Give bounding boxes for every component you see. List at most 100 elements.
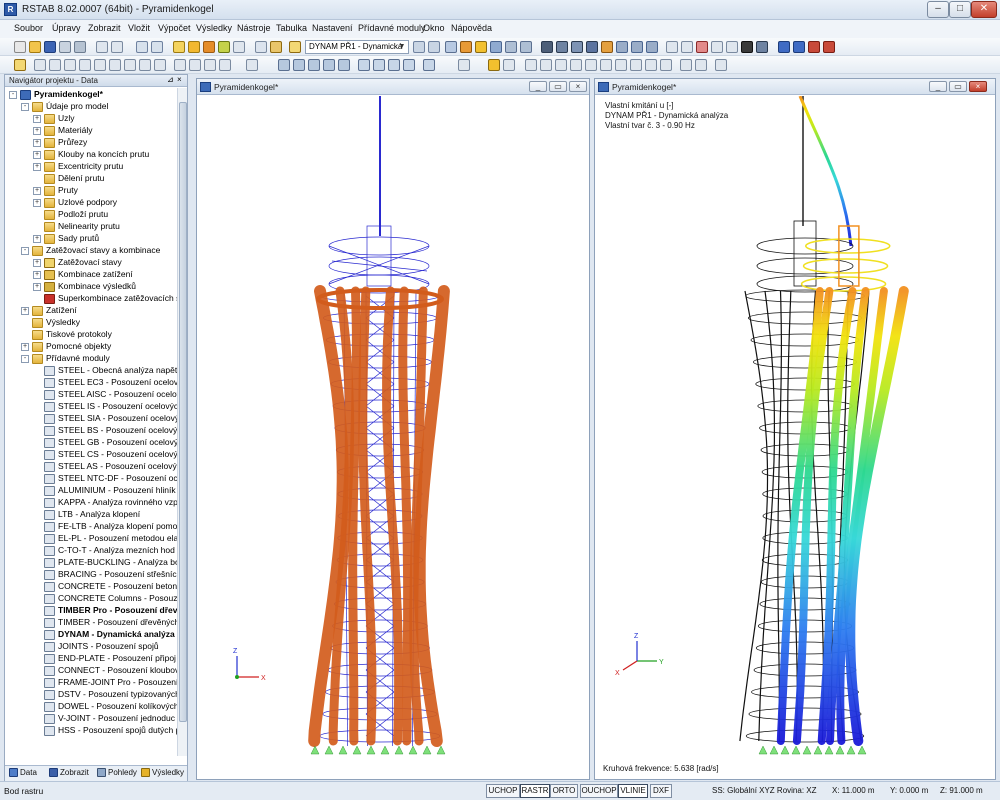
dimension-icon[interactable]	[34, 59, 46, 71]
tree-item[interactable]: Výsledky	[21, 316, 80, 328]
load-case-select[interactable]: DYNAM PŘ1 - Dynamická a ▼	[305, 40, 409, 63]
maximize-button[interactable]: □	[949, 1, 971, 18]
collapse-icon[interactable]: -	[21, 102, 29, 111]
results-filter-icon[interactable]	[488, 59, 500, 71]
expand-icon[interactable]: +	[33, 114, 41, 123]
tree-item[interactable]: Superkombinace zatěžovacích s	[33, 292, 177, 304]
line-icon[interactable]	[49, 59, 61, 71]
result-uz-icon[interactable]	[570, 59, 582, 71]
left-close-button[interactable]: ×	[569, 81, 587, 92]
redo-icon[interactable]	[151, 41, 163, 53]
panel-icon[interactable]	[270, 41, 282, 53]
tree-item[interactable]: + Kombinace výsledků	[33, 280, 136, 292]
menu-nastroje[interactable]: Nástroje	[237, 23, 271, 33]
pan-icon[interactable]	[726, 41, 738, 53]
result-my-icon[interactable]	[645, 59, 657, 71]
coordinate-icon[interactable]	[204, 59, 216, 71]
settings-icon[interactable]	[715, 59, 727, 71]
divide-icon[interactable]	[109, 59, 121, 71]
result-vy-icon[interactable]	[600, 59, 612, 71]
expand-icon[interactable]: +	[33, 258, 41, 267]
paste-icon[interactable]	[111, 41, 123, 53]
pin-icon[interactable]: ⊿	[167, 75, 174, 84]
tree-item[interactable]: STEEL GB - Posouzení ocelových	[33, 436, 177, 448]
menu-okno[interactable]: Okno	[423, 23, 445, 33]
expand-icon[interactable]: +	[33, 282, 41, 291]
tab-zobrazit[interactable]: Zobrazit	[49, 768, 89, 778]
set-insert-icon[interactable]	[338, 59, 350, 71]
support-reactions-icon[interactable]	[490, 41, 502, 53]
tree-item[interactable]: BRACING - Posouzení střešních	[33, 568, 177, 580]
expand-icon[interactable]: +	[21, 342, 29, 351]
next-icon[interactable]	[428, 41, 440, 53]
tree-item[interactable]: EL-PL - Posouzení metodou ela	[33, 532, 177, 544]
tree-item[interactable]: JOINTS - Posouzení spojů	[33, 640, 159, 652]
expand-icon[interactable]: +	[33, 186, 41, 195]
expand-icon[interactable]: +	[33, 270, 41, 279]
tree-item[interactable]: + Uzly	[33, 112, 75, 124]
tree-item[interactable]: - Přídavné moduly	[21, 352, 110, 364]
tab-data[interactable]: Data	[9, 768, 37, 778]
toggle-uchop[interactable]: UCHOP	[486, 784, 520, 798]
tree-item[interactable]: + Materiály	[33, 124, 92, 136]
expand-icon[interactable]: +	[33, 126, 41, 135]
tree-item[interactable]: STEEL - Obecná analýza napětí	[33, 364, 177, 376]
import-icon[interactable]	[793, 41, 805, 53]
print-icon[interactable]	[59, 41, 71, 53]
expand-icon[interactable]: +	[33, 150, 41, 159]
menu-napoveda[interactable]: Nápověda	[451, 23, 492, 33]
tree-item[interactable]: STEEL EC3 - Posouzení ocelový	[33, 376, 177, 388]
tree-item[interactable]: + Excentricity prutu	[33, 160, 123, 172]
move-icon[interactable]	[64, 59, 76, 71]
show-results-icon[interactable]	[445, 41, 457, 53]
toggle-ouchop[interactable]: OUCHOP	[580, 784, 618, 798]
wireframe-icon[interactable]	[571, 41, 583, 53]
dynam-icon[interactable]	[808, 41, 820, 53]
tab-pohledy[interactable]: Pohledy	[97, 768, 137, 778]
left-tower-graphic[interactable]: X Z	[197, 96, 589, 780]
select-icon[interactable]	[14, 59, 26, 71]
tree-item[interactable]: STEEL AS - Posouzení ocelových	[33, 460, 177, 472]
load-temp-icon[interactable]	[403, 59, 415, 71]
tree-item[interactable]: STEEL BS - Posouzení ocelových	[33, 424, 177, 436]
expand-icon[interactable]: +	[33, 198, 41, 207]
check-model-icon[interactable]	[458, 59, 470, 71]
menu-vysledky[interactable]: Výsledky	[196, 23, 232, 33]
tree-item[interactable]: DYNAM - Dynamická analýza	[33, 628, 175, 640]
menu-tabulka[interactable]: Tabulka	[276, 23, 307, 33]
navigator-scrollbar[interactable]	[177, 88, 187, 756]
table-icon[interactable]	[233, 41, 245, 53]
tree-item[interactable]: DSTV - Posouzení typizovaných	[33, 688, 177, 700]
collapse-icon[interactable]: -	[21, 246, 29, 255]
right-tower-graphic[interactable]: Y Z X	[595, 96, 995, 756]
result-uy-icon[interactable]	[555, 59, 567, 71]
support-insert-icon[interactable]	[308, 59, 320, 71]
tree-item[interactable]: Nelinearity prutu	[33, 220, 120, 232]
copy-icon[interactable]	[96, 41, 108, 53]
tree-item[interactable]: DOWEL - Posouzení kolíkových	[33, 700, 177, 712]
expand-icon[interactable]: +	[33, 138, 41, 147]
toggle-dxf[interactable]: DXF	[650, 784, 672, 798]
open-file-icon[interactable]	[29, 41, 41, 53]
tree-item[interactable]: C-TO-T - Analýza mezních hod	[33, 544, 175, 556]
local-axes-icon[interactable]	[503, 59, 515, 71]
save-icon[interactable]	[44, 41, 56, 53]
tree-item[interactable]: V-JOINT - Posouzení jednoduc	[33, 712, 175, 724]
tree-item[interactable]: + Klouby na koncích prutu	[33, 148, 149, 160]
tree-item[interactable]: STEEL CS - Posouzení ocelových	[33, 448, 177, 460]
load-generate-icon[interactable]	[423, 59, 435, 71]
navigator-toggle-icon[interactable]	[255, 41, 267, 53]
left-restore-button[interactable]: ▭	[549, 81, 567, 92]
tree-item[interactable]: Tiskové protokoly	[21, 328, 112, 340]
tree-item[interactable]: TIMBER - Posouzení dřevěných	[33, 616, 177, 628]
solid-model-icon[interactable]	[586, 41, 598, 53]
export-icon[interactable]	[778, 41, 790, 53]
rstab-app-icon[interactable]: R	[4, 3, 17, 16]
tree-item[interactable]: Dělení prutu	[33, 172, 104, 184]
minimize-button[interactable]: –	[927, 1, 949, 18]
check-icon[interactable]	[218, 41, 230, 53]
tree-item[interactable]: STEEL IS - Posouzení ocelových	[33, 400, 177, 412]
filter-icon[interactable]	[246, 59, 258, 71]
result-mt-icon[interactable]	[630, 59, 642, 71]
right-minimize-button[interactable]: _	[929, 81, 947, 92]
